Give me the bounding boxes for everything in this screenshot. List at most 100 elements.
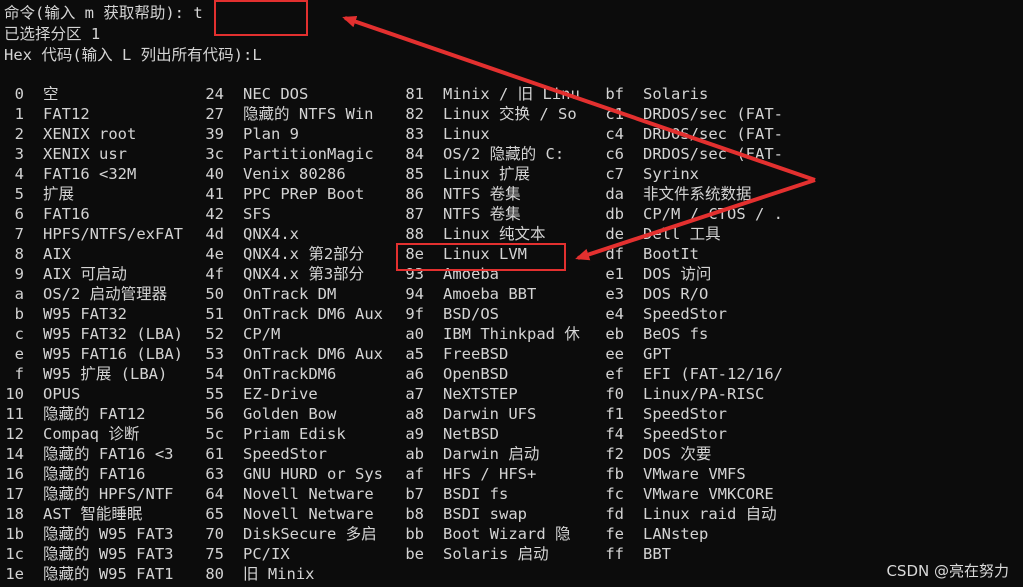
partition-type-name: QNX4.x (243, 225, 299, 243)
partition-type-name: PartitionMagic (243, 145, 374, 163)
partition-type-code: f0 (605, 385, 624, 403)
partition-type-code: be (405, 545, 424, 563)
partition-type-name: 隐藏的 FAT12 (43, 405, 146, 423)
partition-type-code: 86 (405, 185, 424, 203)
partition-type-name: BootIt (643, 245, 699, 263)
partition-type-code: 83 (405, 125, 424, 143)
partition-type-code: 9f (405, 305, 424, 323)
partition-type-name: SpeedStor (643, 405, 727, 423)
partition-type-code: 82 (405, 105, 424, 123)
partition-type-code: 4d (205, 225, 224, 243)
partition-type-code: 6 (14, 205, 24, 223)
partition-type-name: Compaq 诊断 (43, 425, 140, 443)
partition-type-name: Novell Netware (243, 505, 374, 523)
partition-type-name: NEC DOS (243, 85, 309, 103)
partition-type-name: QNX4.x 第3部分 (243, 265, 365, 283)
partition-type-code: da (605, 185, 624, 203)
partition-type-name: PC/IX (243, 545, 290, 563)
partition-type-name: Amoeba BBT (443, 285, 537, 303)
partition-type-code: af (405, 465, 424, 483)
partition-type-code: 64 (205, 485, 224, 503)
partition-type-code: 7 (14, 225, 24, 243)
partition-type-code: 81 (405, 85, 424, 103)
partition-type-code: 1c (5, 545, 24, 563)
partition-type-code: e (14, 345, 24, 363)
partition-type-code: 1 (14, 105, 24, 123)
partition-type-code: 8e (405, 245, 424, 263)
partition-type-code: 65 (205, 505, 224, 523)
partition-type-name: IBM Thinkpad 休 (443, 325, 580, 343)
partition-type-code: 42 (205, 205, 224, 223)
table-row: 4 FAT16 <32M 40 Venix 80286 85 Linux 扩展 c7 Syri… (0, 164, 1023, 184)
table-row: b W95 FAT32 51 OnTrack DM6 Aux 9f BSD/OS e4 Spe… (0, 304, 1023, 324)
partition-type-name: AIX (43, 245, 71, 263)
partition-type-name: DOS 访问 (643, 265, 712, 283)
partition-type-name: EZ-Drive (243, 385, 318, 403)
partition-type-code: 56 (205, 405, 224, 423)
partition-type-name: SpeedStor (643, 305, 727, 323)
partition-type-code: 3c (205, 145, 224, 163)
partition-type-name: SFS (243, 205, 271, 223)
partition-type-code: 51 (205, 305, 224, 323)
partition-type-code: 63 (205, 465, 224, 483)
table-row: 6 FAT16 42 SFS 87 NTFS 卷集 db CP/M / CTOS / . (0, 204, 1023, 224)
command-input-value[interactable]: t (193, 4, 202, 22)
partition-type-code: a5 (405, 345, 424, 363)
partition-type-code: 1b (5, 525, 24, 543)
partition-type-code: 85 (405, 165, 424, 183)
partition-type-name: HFS / HFS+ (443, 465, 537, 483)
partition-type-name: NeXTSTEP (443, 385, 518, 403)
partition-type-name: BSDI fs (443, 485, 509, 503)
partition-type-code: 41 (205, 185, 224, 203)
table-row: 3 XENIX usr 3c PartitionMagic 84 OS/2 隐藏的 C: c… (0, 144, 1023, 164)
table-row: 1b 隐藏的 W95 FAT3 70 DiskSecure 多启 bb Boot Wiza… (0, 524, 1023, 544)
partition-type-name: OPUS (43, 385, 81, 403)
partition-type-code: 18 (5, 505, 24, 523)
partition-type-code: c7 (605, 165, 624, 183)
partition-type-name: 隐藏的 FAT16 <3 (43, 445, 174, 463)
partition-type-name: NTFS 卷集 (443, 185, 521, 203)
partition-type-name: NetBSD (443, 425, 499, 443)
partition-type-name: CP/M / CTOS / . (643, 205, 783, 223)
partition-type-name: 隐藏的 W95 FAT3 (43, 545, 174, 563)
partition-type-name: FAT12 (43, 105, 90, 123)
partition-type-code: 70 (205, 525, 224, 543)
partition-type-code: 52 (205, 325, 224, 343)
partition-type-name: OnTrackDM6 (243, 365, 337, 383)
annotation-box-command-input (214, 0, 308, 36)
partition-type-name: VMware VMKCORE (643, 485, 774, 503)
partition-type-code: f4 (605, 425, 624, 443)
partition-type-code: a8 (405, 405, 424, 423)
partition-type-code: 5c (205, 425, 224, 443)
table-row: 2 XENIX root 39 Plan 9 83 Linux c4 DRDOS/sec (F… (0, 124, 1023, 144)
partition-type-code: f1 (605, 405, 624, 423)
partition-type-name: FreeBSD (443, 345, 509, 363)
partition-type-code: ff (605, 545, 624, 563)
partition-type-code: b7 (405, 485, 424, 503)
partition-type-name: Dell 工具 (643, 225, 721, 243)
partition-type-code: 4e (205, 245, 224, 263)
table-row: 0 空 24 NEC DOS 81 Minix / 旧 Linu bf Solaris (0, 84, 1023, 104)
partition-type-code: c1 (605, 105, 624, 123)
table-row: 8 AIX 4e QNX4.x 第2部分 8e Linux LVM df BootIt (0, 244, 1023, 264)
partition-type-name: DiskSecure 多启 (243, 525, 377, 543)
partition-type-code: a6 (405, 365, 424, 383)
table-row: 1 FAT12 27 隐藏的 NTFS Win 82 Linux 交换 / So c1 DRD… (0, 104, 1023, 124)
table-row: 12 Compaq 诊断 5c Priam Edisk a9 NetBSD f4 SpeedS… (0, 424, 1023, 444)
partition-type-name: Linux (443, 125, 490, 143)
partition-type-name: Solaris 启动 (443, 545, 549, 563)
table-row: 10 OPUS 55 EZ-Drive a7 NeXTSTEP f0 Linux/PA-RIS… (0, 384, 1023, 404)
partition-type-code: 27 (205, 105, 224, 123)
partition-type-code: 14 (5, 445, 24, 463)
table-row: 5 扩展 41 PPC PReP Boot 86 NTFS 卷集 da 非文件系统数据 (0, 184, 1023, 204)
partition-type-name: NTFS 卷集 (443, 205, 521, 223)
partition-type-name: 隐藏的 FAT16 (43, 465, 146, 483)
terminal-window[interactable]: 命令(输入 m 获取帮助): t 已选择分区 1 Hex 代码(输入 L 列出所… (0, 0, 1023, 587)
partition-type-name: Golden Bow (243, 405, 337, 423)
partition-type-name: 旧 Minix (243, 565, 315, 583)
partition-type-name: DRDOS/sec (FAT- (643, 105, 783, 123)
partition-type-code: a (14, 285, 24, 303)
partition-type-code: a0 (405, 325, 424, 343)
partition-type-name: W95 FAT16 (LBA) (43, 345, 183, 363)
partition-type-name: Minix / 旧 Linu (443, 85, 580, 103)
